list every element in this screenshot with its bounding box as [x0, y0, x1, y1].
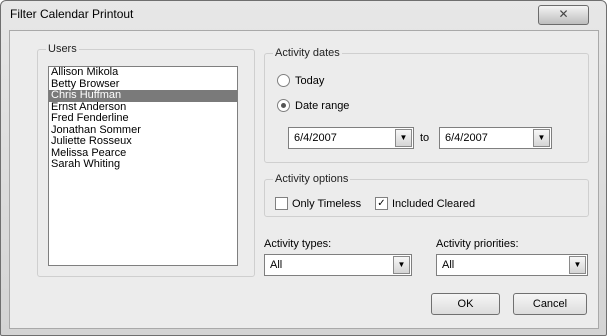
users-group-label: Users — [46, 43, 79, 55]
to-label: to — [420, 132, 430, 144]
activity-options-group-label: Activity options — [273, 173, 351, 185]
user-list-item[interactable]: Sarah Whiting — [49, 158, 237, 171]
today-radio[interactable]: Today — [277, 73, 325, 88]
activity-types-label: Activity types: — [264, 238, 332, 250]
cancel-button[interactable]: Cancel — [513, 293, 587, 315]
activity-dates-group: Activity dates Today Date range 6/4/2007… — [264, 47, 589, 163]
activity-types-value: All — [270, 259, 283, 271]
users-group: Users Allison Mikola Betty Browser Chris H… — [37, 43, 255, 277]
dropdown-arrow-icon[interactable]: ▼ — [569, 256, 586, 274]
to-date-picker[interactable]: 6/4/2007 ▼ — [439, 127, 552, 149]
activity-priorities-label: Activity priorities: — [436, 238, 519, 250]
from-date-value: 6/4/2007 — [294, 132, 337, 144]
activity-dates-group-label: Activity dates — [273, 47, 342, 59]
activity-options-group: Activity options Only Timeless ✓ Included… — [264, 173, 589, 217]
included-cleared-checkbox[interactable]: ✓ Included Cleared — [375, 196, 476, 211]
from-date-picker[interactable]: 6/4/2007 ▼ — [288, 127, 414, 149]
close-button[interactable]: ✕ — [538, 5, 589, 25]
radio-button-icon — [277, 73, 290, 87]
dropdown-arrow-icon[interactable]: ▼ — [533, 129, 550, 147]
dropdown-arrow-icon[interactable]: ▼ — [395, 129, 412, 147]
title-bar: Filter Calendar Printout ✕ — [1, 1, 606, 27]
activity-types-select[interactable]: All ▼ — [264, 254, 412, 276]
radio-button-icon — [277, 98, 290, 112]
today-radio-label: Today — [295, 75, 325, 87]
included-cleared-label: Included Cleared — [392, 198, 476, 210]
activity-priorities-select[interactable]: All ▼ — [436, 254, 588, 276]
user-list-item[interactable]: Chris Huffman — [49, 89, 237, 102]
to-date-value: 6/4/2007 — [445, 132, 488, 144]
filter-dialog-window: Filter Calendar Printout ✕ Users Allison… — [0, 0, 607, 336]
user-list-item[interactable]: Juliette Rosseux — [49, 135, 237, 148]
dialog-client-area: Users Allison Mikola Betty Browser Chris H… — [9, 30, 599, 329]
window-title: Filter Calendar Printout — [10, 7, 134, 21]
only-timeless-label: Only Timeless — [292, 198, 362, 210]
date-range-radio[interactable]: Date range — [277, 98, 350, 113]
checkbox-icon — [275, 196, 288, 210]
user-list-item[interactable]: Allison Mikola — [49, 66, 237, 79]
users-listbox[interactable]: Allison Mikola Betty Browser Chris Huffman… — [48, 66, 238, 266]
activity-priorities-value: All — [442, 259, 455, 271]
checkbox-icon: ✓ — [375, 196, 388, 210]
user-list-item[interactable]: Fred Fenderline — [49, 112, 237, 125]
date-range-radio-label: Date range — [295, 100, 350, 112]
only-timeless-checkbox[interactable]: Only Timeless — [275, 196, 362, 211]
dropdown-arrow-icon[interactable]: ▼ — [393, 256, 410, 274]
ok-button[interactable]: OK — [431, 293, 500, 315]
